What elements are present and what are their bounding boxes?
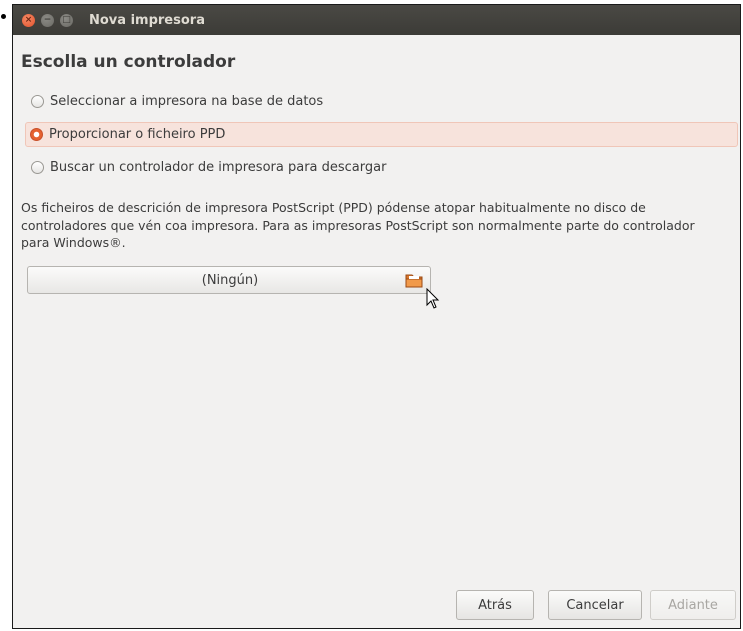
maximize-icon: □ [62,14,71,25]
page-title: Escolla un controlador [21,52,236,72]
radio-option-label: Proporcionar o ficheiro PPD [49,127,226,142]
mouse-pointer-icon [426,287,440,314]
radio-option-label: Seleccionar a impresora na base de datos [50,94,324,109]
cancel-button[interactable]: Cancelar [548,590,642,620]
radio-button-icon[interactable] [31,161,44,174]
radio-option-label: Buscar un controlador de impresora para … [50,160,387,175]
new-printer-dialog: × − □ Nova impresora Escolla un controla… [12,4,741,629]
radio-option-ppd-file[interactable]: Proporcionar o ficheiro PPD [25,122,738,147]
title-bar: × − □ Nova impresora [13,5,740,35]
ppd-description: Os ficheiros de descrición de impresora … [21,200,695,250]
ppd-file-chooser-button[interactable]: (Ningún) [27,266,431,294]
radio-button-checked-icon[interactable] [30,128,43,141]
close-window-button[interactable]: × [22,13,35,27]
maximize-window-button[interactable]: □ [60,13,73,27]
window-title: Nova impresora [89,12,205,28]
folder-icon [402,268,426,292]
back-button[interactable]: Atrás [456,590,534,620]
minimize-icon: − [43,14,52,25]
close-icon: × [24,14,33,25]
radio-option-download-driver[interactable]: Buscar un controlador de impresora para … [27,155,726,180]
radio-option-database[interactable]: Seleccionar a impresora na base de datos [27,89,726,114]
forward-button[interactable]: Adiante [650,590,736,620]
radio-button-icon[interactable] [31,95,44,108]
file-chooser-value: (Ningún) [201,272,259,288]
minimize-window-button[interactable]: − [41,13,54,27]
list-bullet [1,14,6,19]
